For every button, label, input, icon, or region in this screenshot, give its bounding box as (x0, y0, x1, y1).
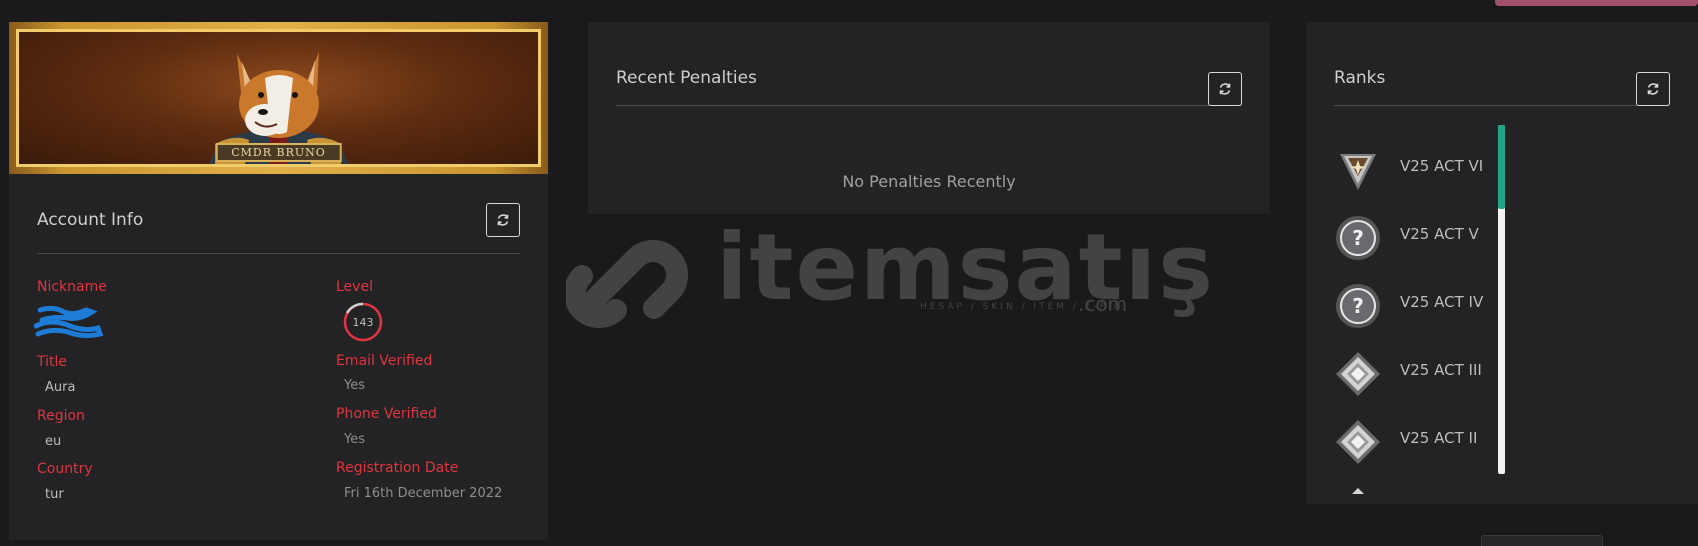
rank-item: ? V25 ACT IV (1334, 282, 1654, 342)
ranks-title: Ranks (1334, 68, 1386, 88)
ranks-header: Ranks (1334, 50, 1670, 106)
account-refresh-button[interactable] (486, 203, 520, 237)
nickname-label: Nickname (37, 279, 107, 295)
itemsatis-logo-icon (563, 239, 689, 329)
rank-label: V25 ACT V (1400, 225, 1479, 243)
email-verified-label: Email Verified (336, 353, 433, 369)
player-card-banner: CMDR BRUNO (9, 22, 548, 174)
itemsatis-watermark: itemsatış HESAP / SKIN / ITEM / E-PIN .c… (563, 214, 1213, 332)
phone-verified-label: Phone Verified (336, 406, 437, 422)
ranks-refresh-button[interactable] (1636, 72, 1670, 106)
rank-label: V25 ACT IV (1400, 293, 1484, 311)
registration-date-label: Registration Date (336, 460, 459, 476)
penalties-header: Recent Penalties (616, 50, 1242, 106)
country-label: Country (37, 461, 93, 477)
refresh-icon (497, 214, 509, 226)
top-accent-bar (1495, 0, 1698, 6)
level-value: 143 (352, 315, 374, 329)
refresh-icon (1647, 83, 1659, 95)
rank-label: V25 ACT VI (1400, 157, 1484, 175)
email-verified-value: Yes (344, 378, 365, 393)
no-penalties-message: No Penalties Recently (842, 172, 1016, 191)
rank-item: V25 ACT II (1334, 418, 1654, 478)
level-label: Level (336, 279, 373, 295)
rank-ascendant-icon (1340, 154, 1376, 190)
rank-item: V25 ACT VI (1334, 146, 1654, 206)
rank-diamond-icon (1336, 352, 1380, 396)
rank-item: ? V25 ACT V (1334, 214, 1654, 274)
registration-date-value: Fri 16th December 2022 (344, 486, 503, 501)
rank-label: V25 ACT II (1400, 429, 1478, 447)
account-info-title: Account Info (37, 210, 144, 230)
phone-verified-value: Yes (344, 432, 365, 447)
region-label: Region (37, 408, 85, 424)
unknown-rank-icon: ? (1336, 284, 1380, 328)
nickname-redaction (34, 305, 104, 339)
title-value: Aura (45, 380, 76, 395)
rank-diamond-icon (1336, 420, 1380, 464)
bottom-partial-button[interactable] (1481, 535, 1603, 546)
refresh-icon (1219, 83, 1231, 95)
rank-item: V25 ACT III (1334, 350, 1654, 410)
rank-label: V25 ACT III (1400, 361, 1482, 379)
region-value: eu (45, 434, 62, 449)
rank-item (1334, 486, 1654, 494)
svg-text:?: ? (1352, 294, 1364, 318)
rank-partial-icon (1352, 488, 1364, 494)
country-value: tur (45, 487, 64, 502)
title-label: Title (37, 354, 68, 370)
watermark-suffix: .com (1078, 292, 1128, 316)
penalties-title: Recent Penalties (616, 68, 757, 88)
recent-penalties-card: Recent Penalties No Penalties Recently (588, 22, 1270, 214)
svg-text:?: ? (1352, 226, 1364, 250)
banner-artwork: CMDR BRUNO (16, 29, 541, 167)
level-badge: 143 (342, 301, 384, 343)
account-info-header: Account Info (37, 181, 520, 254)
ranks-scrollbar[interactable] (1498, 125, 1505, 474)
unknown-rank-icon: ? (1336, 216, 1380, 260)
ranks-scroll-thumb[interactable] (1498, 125, 1505, 209)
banner-plaque: CMDR BRUNO (215, 143, 342, 162)
penalties-refresh-button[interactable] (1208, 72, 1242, 106)
